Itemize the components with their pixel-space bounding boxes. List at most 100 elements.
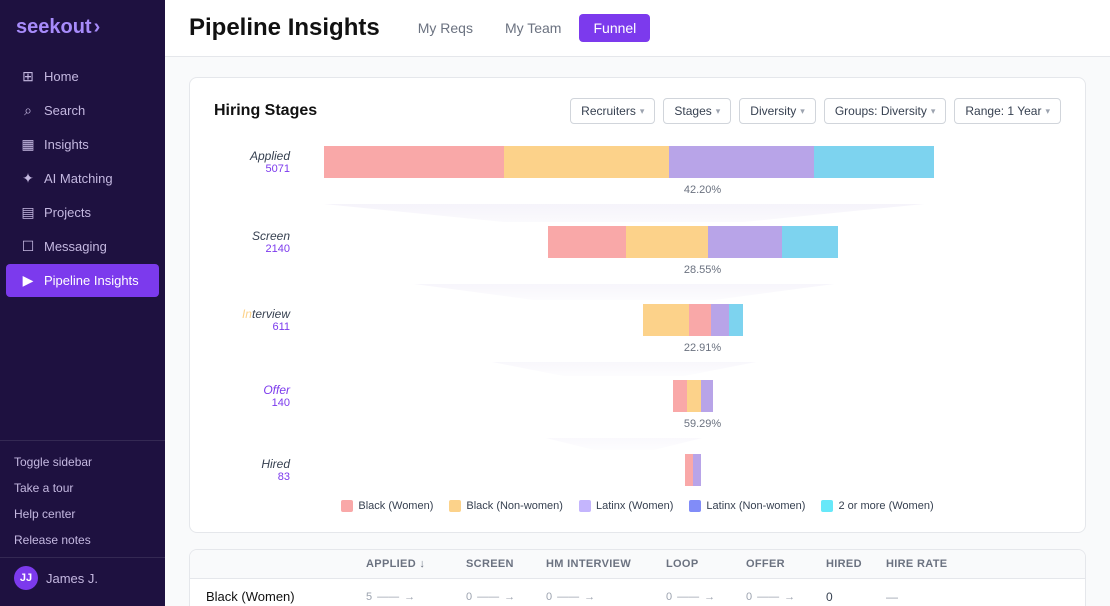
legend-black-women: Black (Women) — [341, 500, 433, 512]
stage-name-applied: Applied — [214, 149, 290, 163]
chart-title: Hiring Stages — [214, 102, 317, 120]
tab-funnel[interactable]: Funnel — [579, 14, 650, 42]
funnel-chart: Applied 5071 42.20% — [214, 144, 1061, 488]
conversion-screen: 28.55% — [344, 264, 1061, 276]
sidebar-nav: ⊞ Home ⌕ Search ▦ Insights ✦ AI Matching… — [0, 55, 165, 440]
col-applied: APPLIED ↓ — [366, 558, 466, 570]
sidebar-item-home[interactable]: ⊞ Home — [6, 60, 159, 93]
hiring-stages-section: Hiring Stages Recruiters ▾ Stages ▾ Dive… — [189, 77, 1086, 533]
chevron-down-icon: ▾ — [800, 106, 805, 117]
tab-my-team[interactable]: My Team — [491, 14, 576, 42]
row-hired: 0 — [826, 590, 886, 604]
groups-diversity-filter[interactable]: Groups: Diversity ▾ — [824, 98, 947, 124]
sidebar: seekout› ⊞ Home ⌕ Search ▦ Insights ✦ AI… — [0, 0, 165, 606]
chevron-down-icon: ▾ — [1045, 106, 1050, 117]
release-notes-link[interactable]: Release notes — [0, 527, 165, 553]
sidebar-item-label: Search — [44, 103, 85, 118]
legend-2-or-more-women: 2 or more (Women) — [821, 500, 933, 512]
row-screen: 0 —— → — [466, 591, 546, 603]
offer-bars — [324, 378, 1061, 414]
applied-bars — [324, 144, 1061, 180]
conversion-offer: 59.29% — [344, 418, 1061, 430]
search-icon: ⌕ — [20, 102, 36, 119]
sidebar-item-label: Home — [44, 69, 79, 84]
legend-color-latinx-non-women — [689, 500, 701, 512]
funnel-row-offer: Offer 140 — [214, 378, 1061, 414]
header-tabs: My Reqs My Team Funnel — [404, 14, 651, 42]
sidebar-item-label: AI Matching — [44, 171, 113, 186]
legend-latinx-non-women: Latinx (Non-women) — [689, 500, 805, 512]
help-center-link[interactable]: Help center — [0, 501, 165, 527]
stage-name-hired: Hired — [214, 457, 290, 471]
sidebar-item-label: Pipeline Insights — [44, 273, 139, 288]
range-filter[interactable]: Range: 1 Year ▾ — [954, 98, 1061, 124]
home-icon: ⊞ — [20, 68, 36, 85]
user-info[interactable]: JJ James J. — [0, 557, 165, 598]
chart-legend: Black (Women) Black (Non-women) Latinx (… — [214, 500, 1061, 512]
row-hm-interview: 0 —— → — [546, 591, 666, 603]
main-content: Pipeline Insights My Reqs My Team Funnel… — [165, 0, 1110, 606]
recruiters-filter[interactable]: Recruiters ▾ — [570, 98, 655, 124]
user-name: James J. — [46, 571, 98, 586]
col-loop: LOOP — [666, 558, 746, 570]
funnel-row-applied: Applied 5071 — [214, 144, 1061, 180]
funnel-row-interview: Interview 611 — [214, 302, 1061, 338]
pipeline-insights-icon: ▶ — [20, 272, 36, 289]
sidebar-item-label: Projects — [44, 205, 91, 220]
stages-filter[interactable]: Stages ▾ — [663, 98, 731, 124]
ai-matching-icon: ✦ — [20, 170, 36, 187]
row-applied: 5 —— → — [366, 591, 466, 603]
sidebar-item-projects[interactable]: ▤ Projects — [6, 196, 159, 229]
col-hire-rate: HIRE RATE — [886, 558, 966, 570]
sidebar-item-messaging[interactable]: ☐ Messaging — [6, 230, 159, 263]
legend-color-black-non-women — [449, 500, 461, 512]
chevron-down-icon: ▾ — [640, 106, 645, 117]
sidebar-item-pipeline-insights[interactable]: ▶ Pipeline Insights — [6, 264, 159, 297]
interview-bars — [324, 302, 1061, 338]
sidebar-footer: Toggle sidebar Take a tour Help center R… — [0, 440, 165, 606]
legend-color-black-women — [341, 500, 353, 512]
take-a-tour-link[interactable]: Take a tour — [0, 475, 165, 501]
page-header: Pipeline Insights My Reqs My Team Funnel — [165, 0, 1110, 57]
conversion-interview: 22.91% — [344, 342, 1061, 354]
stage-count-screen: 2140 — [214, 243, 290, 255]
funnel-row-screen: Screen 2140 — [214, 224, 1061, 260]
stage-count-hired: 83 — [214, 471, 290, 483]
diversity-filter[interactable]: Diversity ▾ — [739, 98, 816, 124]
legend-color-latinx-women — [579, 500, 591, 512]
stage-count-offer: 140 — [214, 397, 290, 409]
hired-bars — [324, 452, 1061, 488]
legend-latinx-women: Latinx (Women) — [579, 500, 673, 512]
tab-my-reqs[interactable]: My Reqs — [404, 14, 487, 42]
content-area: Hiring Stages Recruiters ▾ Stages ▾ Dive… — [165, 57, 1110, 606]
chevron-down-icon: ▾ — [716, 106, 721, 117]
sidebar-item-insights[interactable]: ▦ Insights — [6, 128, 159, 161]
projects-icon: ▤ — [20, 204, 36, 221]
stage-count-interview: 611 — [214, 321, 290, 333]
conversion-applied: 42.20% — [344, 184, 1061, 196]
col-offer: OFFER — [746, 558, 826, 570]
legend-color-2-or-more-women — [821, 500, 833, 512]
col-hm-interview: HM INTERVIEW — [546, 558, 666, 570]
filter-row: Recruiters ▾ Stages ▾ Diversity ▾ Groups… — [570, 98, 1061, 124]
data-table: APPLIED ↓ SCREEN HM INTERVIEW LOOP OFFER… — [189, 549, 1086, 606]
toggle-sidebar-link[interactable]: Toggle sidebar — [0, 449, 165, 475]
legend-black-non-women: Black (Non-women) — [449, 500, 563, 512]
table-row: Black (Women) 5 —— → 0 —— → 0 —— → 0 — [190, 579, 1085, 606]
row-offer: 0 —— → — [746, 591, 826, 603]
stage-count-applied: 5071 — [214, 163, 290, 175]
row-hire-rate: — — [886, 590, 966, 604]
table-header: APPLIED ↓ SCREEN HM INTERVIEW LOOP OFFER… — [190, 550, 1085, 579]
col-hired: HIRED — [826, 558, 886, 570]
sidebar-item-ai-matching[interactable]: ✦ AI Matching — [6, 162, 159, 195]
col-name — [206, 558, 366, 570]
stage-name-screen: Screen — [214, 229, 290, 243]
insights-icon: ▦ — [20, 136, 36, 153]
sidebar-item-label: Messaging — [44, 239, 107, 254]
sidebar-item-search[interactable]: ⌕ Search — [6, 94, 159, 127]
avatar: JJ — [14, 566, 38, 590]
row-loop: 0 —— → — [666, 591, 746, 603]
stage-name-interview: Interview — [214, 307, 290, 321]
col-screen: SCREEN — [466, 558, 546, 570]
app-logo: seekout› — [0, 0, 165, 55]
